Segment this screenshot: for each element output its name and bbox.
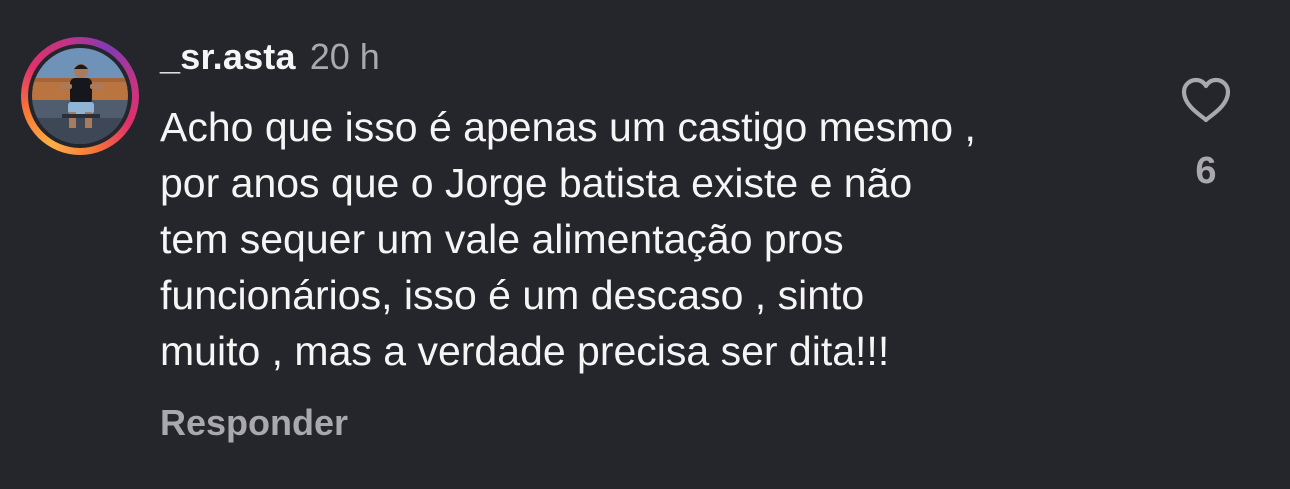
reply-button[interactable]: Responder [160,402,348,444]
avatar [32,48,128,144]
comment-text-line: tem sequer um vale alimentação pros [160,216,844,262]
avatar-ring-gap [28,44,132,148]
profile-photo-icon [32,48,128,144]
comment-text-line: muito , mas a verdade precisa ser dita!!… [160,328,890,374]
comment-timestamp: 20 h [309,36,380,77]
heart-outline-icon[interactable] [1180,76,1232,124]
comment-item: _sr.asta 20 h Acho que isso é apenas um … [0,0,1290,489]
comment-header: _sr.asta 20 h [160,36,380,84]
avatar-story-ring[interactable] [21,37,139,155]
comment-text-line: Acho que isso é apenas um castigo mesmo … [160,104,976,150]
like-count: 6 [1195,150,1217,192]
username-link[interactable]: _sr.asta [160,36,296,78]
comment-text-line: por anos que o Jorge batista existe e nã… [160,160,913,206]
comment-text-line: funcionários, isso é um descaso , sinto [160,272,865,318]
comment-text: Acho que isso é apenas um castigo mesmo … [160,99,1160,379]
